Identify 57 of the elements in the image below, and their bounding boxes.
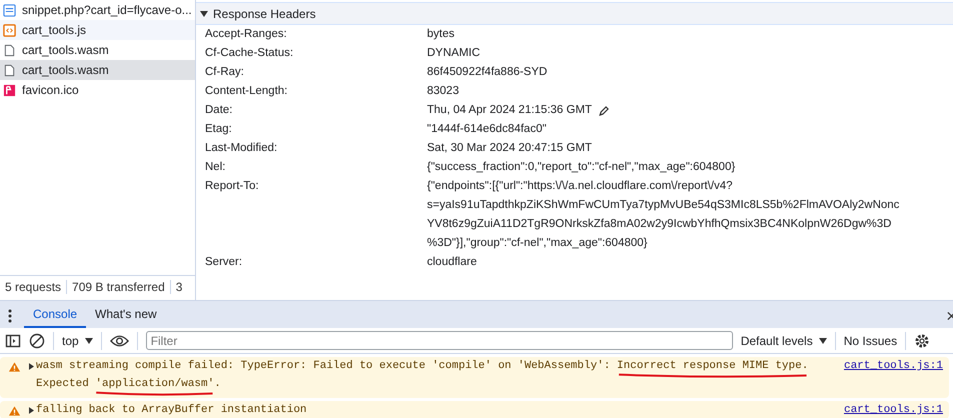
header-name: Content-Length: (205, 84, 288, 99)
request-row[interactable]: cart_tools.wasm (0, 60, 195, 80)
caret-icon (818, 338, 827, 344)
drawer-tab[interactable]: What's new (86, 301, 166, 328)
source-link[interactable]: cart_tools.js:1 (844, 360, 943, 373)
expand-arrow-icon[interactable] (29, 407, 34, 414)
message-text: Expected 'application/wasm'. (36, 378, 221, 391)
clear-console-icon[interactable] (29, 332, 45, 348)
header-value: bytes (427, 27, 454, 42)
header-value: 83023 (427, 84, 459, 99)
status-text: 5 requests (0, 280, 68, 294)
header-value: cloudflare (427, 255, 477, 270)
request-row[interactable]: cart_tools.wasm (0, 40, 195, 60)
header-name: Nel: (205, 160, 226, 175)
disclosure-triangle-icon (200, 10, 208, 18)
image-file-icon (3, 84, 16, 96)
caret-icon (84, 338, 93, 344)
source-link[interactable]: cart_tools.js:1 (844, 404, 943, 417)
pencil-icon[interactable] (598, 105, 610, 117)
issues-button[interactable]: No Issues (844, 334, 898, 348)
file-icon (3, 44, 16, 56)
eye-icon[interactable] (110, 334, 129, 348)
header-name: Last-Modified: (205, 141, 278, 156)
more-options-icon[interactable] (8, 309, 12, 323)
sidebar-toggle-icon[interactable] (5, 332, 21, 348)
request-row[interactable]: snippet.php?cart_id=flycave-o... (0, 0, 195, 20)
header-name: Date: (205, 103, 234, 118)
header-value: DYNAMIC (427, 46, 480, 61)
header-value: Sat, 30 Mar 2024 20:47:15 GMT (427, 141, 592, 156)
section-header[interactable]: Response Headers (196, 2, 953, 25)
header-name: Accept-Ranges: (205, 27, 288, 42)
drawer-tab[interactable]: Console (24, 301, 86, 328)
header-value: Thu, 04 Apr 2024 21:15:36 GMT (427, 103, 592, 118)
warning-icon (8, 405, 21, 417)
filter-field[interactable]: Filter (146, 331, 733, 350)
file-icon (3, 64, 16, 76)
document-icon (3, 4, 16, 16)
script-file-icon (3, 24, 16, 36)
status-text: 709 B transferred (67, 280, 171, 294)
request-row[interactable]: favicon.ico (0, 80, 195, 100)
message-text: wasm streaming compile failed: TypeError: Failed to execute 'compile' on 'WebAssembly': Incorrect response MIME type. (36, 360, 808, 373)
message-text: falling back to ArrayBuffer instantiation (36, 404, 307, 417)
log-levels-dropdown[interactable]: Default levels (740, 334, 827, 348)
context-selector[interactable]: top (62, 334, 93, 348)
header-name: Report-To: (205, 179, 260, 194)
expand-arrow-icon[interactable] (29, 363, 34, 370)
request-row[interactable]: cart_tools.js (0, 20, 195, 40)
header-name: Cf-Cache-Status: (205, 46, 294, 61)
settings-icon[interactable] (914, 332, 930, 348)
header-name: Etag: (205, 122, 233, 137)
header-name: Server: (205, 255, 244, 270)
warning-icon (8, 361, 21, 373)
header-value: 86f450922f4fa886-SYD (427, 65, 548, 80)
status-text: 3 (174, 280, 184, 294)
header-value: {"success_fraction":0,"report_to":"cf-nel","max_age":604800} (427, 160, 736, 175)
header-name: Cf-Ray: (205, 65, 245, 80)
header-value: "1444f-614e6dc84fac0" (427, 122, 546, 137)
